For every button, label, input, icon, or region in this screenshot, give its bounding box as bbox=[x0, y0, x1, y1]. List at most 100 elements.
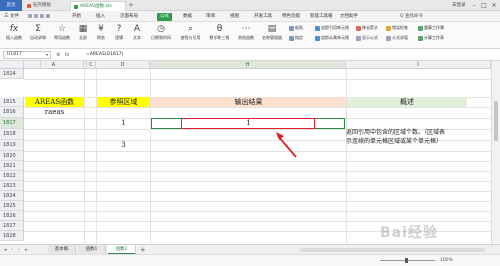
menu-bar: 三 文件 开始 插入 页面布局 公式 数据 审阅 视图 开发工具 特色功能 智能… bbox=[0, 11, 500, 22]
row-header[interactable]: 1815 bbox=[0, 97, 24, 107]
row-header[interactable]: 1827 bbox=[0, 221, 24, 231]
fx-icon: fx bbox=[9, 24, 19, 34]
zoom-level[interactable]: 100% bbox=[440, 255, 453, 266]
define-name-button[interactable]: 指定 bbox=[289, 35, 303, 41]
evaluate-formula-button[interactable]: 公式求值 bbox=[386, 35, 408, 41]
menu-developer[interactable]: 开发工具 bbox=[254, 11, 272, 22]
row-header[interactable]: 1820 bbox=[0, 151, 24, 161]
menu-doc-assistant[interactable]: 文档助手 bbox=[340, 11, 358, 22]
trace-precedents-button[interactable]: 追踪引用单元格 bbox=[315, 25, 349, 31]
home-tab[interactable]: 首页 bbox=[0, 0, 22, 11]
new-tab-button[interactable]: + bbox=[128, 1, 134, 10]
column-header-a[interactable]: A bbox=[24, 61, 84, 69]
row-header[interactable]: 1819 bbox=[0, 140, 24, 151]
logical-button[interactable]: ? 逻辑 bbox=[111, 24, 127, 41]
recalc-workbook-button[interactable]: 重算工作簿 bbox=[418, 25, 444, 31]
coin-icon: ¥ bbox=[98, 24, 104, 34]
row-header[interactable]: 1823 bbox=[0, 181, 24, 191]
gridline bbox=[24, 171, 491, 172]
sheet-tab-bar: ◂ ‹ › ▸ 基本概 函数1 函数2 + bbox=[0, 244, 500, 255]
redo-icon[interactable] bbox=[46, 14, 50, 18]
autosum-button[interactable]: Σ 自动求和 bbox=[27, 24, 49, 41]
fx-icon[interactable]: fx bbox=[65, 52, 70, 58]
insert-function-button[interactable]: fx 插入函数 bbox=[3, 24, 25, 41]
horizontal-scrollbar[interactable] bbox=[300, 248, 485, 252]
calc-sheet-button[interactable]: 计算工作表 bbox=[418, 35, 444, 41]
trace-arrow-icon bbox=[315, 25, 320, 31]
menu-view[interactable]: 视图 bbox=[230, 11, 239, 22]
menu-review[interactable]: 审阅 bbox=[206, 11, 215, 22]
menu-data[interactable]: 数据 bbox=[183, 11, 192, 22]
row-header[interactable]: 1816 bbox=[0, 107, 24, 118]
row-header[interactable]: 1814 bbox=[0, 69, 24, 79]
cell-h1815[interactable]: 输出结果 bbox=[151, 97, 346, 107]
gridline bbox=[24, 201, 491, 202]
row-header[interactable]: 1825 bbox=[0, 201, 24, 211]
user-label[interactable]: 未登录 bbox=[452, 0, 466, 11]
file-menu[interactable]: 三 文件 bbox=[4, 11, 19, 22]
remove-arrow-icon bbox=[356, 25, 361, 31]
column-header-c[interactable]: C bbox=[87, 61, 96, 69]
tab-docer-templates[interactable]: 稻壳模板 bbox=[24, 1, 69, 11]
trace-dependents-button[interactable]: 追踪从属单元格 bbox=[315, 35, 349, 41]
row-header[interactable]: 1828 bbox=[0, 231, 24, 241]
date-time-button[interactable]: ◷ 日期和时间 bbox=[147, 24, 175, 41]
command-search[interactable]: Q 查找命令 bbox=[400, 13, 423, 20]
gridline bbox=[24, 107, 491, 108]
formula-input[interactable]: =AREAS(D1817) bbox=[86, 51, 123, 59]
text-button[interactable]: A 文本 bbox=[129, 24, 145, 41]
all-functions-button[interactable]: ▦ 全部 bbox=[75, 24, 91, 41]
menu-toolbox[interactable]: 智能工具箱 bbox=[310, 11, 333, 22]
minimize-icon[interactable]: – bbox=[470, 0, 478, 11]
name-box[interactable]: H1817 ▾ bbox=[3, 51, 51, 59]
row-header-selected[interactable]: 1817 bbox=[0, 118, 24, 129]
menu-formulas[interactable]: 公式 bbox=[157, 13, 172, 21]
column-header-i[interactable]: I bbox=[346, 61, 491, 69]
select-all-corner[interactable] bbox=[0, 61, 24, 69]
financial-button[interactable]: ¥ 财务 bbox=[93, 24, 109, 41]
error-check-button[interactable]: 错误检查 bbox=[386, 25, 408, 31]
vertical-scrollbar[interactable] bbox=[491, 61, 500, 244]
cell-b1815[interactable]: AREAS函数 bbox=[25, 97, 84, 107]
name-manager-button[interactable]: ▤ 名称管理器 bbox=[259, 24, 285, 41]
zoom-knob[interactable] bbox=[405, 258, 408, 263]
print-icon[interactable] bbox=[34, 14, 38, 18]
save-icon[interactable] bbox=[28, 14, 32, 18]
cell-i1815[interactable]: 概述 bbox=[347, 97, 467, 107]
close-icon[interactable]: × bbox=[490, 0, 498, 11]
row-header[interactable]: 1824 bbox=[0, 191, 24, 201]
menu-home[interactable]: 开始 bbox=[72, 11, 81, 22]
menu-insert[interactable]: 插入 bbox=[96, 11, 105, 22]
show-formulas-button[interactable]: 显示公式 bbox=[356, 35, 378, 41]
row-header[interactable]: 1822 bbox=[0, 171, 24, 181]
zoom-formula-icon[interactable]: ⊕ bbox=[56, 52, 60, 58]
gridline bbox=[24, 79, 491, 80]
paste-name-button[interactable]: 粘贴 bbox=[289, 25, 303, 31]
cell-b1816[interactable]: raeas bbox=[25, 107, 84, 117]
maximize-icon[interactable]: □ bbox=[480, 0, 488, 11]
column-header-d[interactable]: D bbox=[96, 61, 150, 69]
cell-d1819[interactable]: 3 bbox=[97, 140, 150, 151]
undo-icon[interactable] bbox=[40, 14, 44, 18]
lookup-reference-button[interactable]: ⌕ 查找与引用 bbox=[177, 24, 204, 41]
menu-special[interactable]: 特色功能 bbox=[282, 11, 300, 22]
red-arrow-annotation bbox=[276, 132, 297, 158]
remove-arrows-button[interactable]: 移去箭头 bbox=[356, 25, 378, 31]
chevron-down-icon[interactable]: ▾ bbox=[46, 52, 48, 58]
cell-i1817-description[interactable]: 返回引用中包含的区域个数。（区域表示连续的单元格区域或某个单元格） bbox=[346, 128, 446, 146]
common-functions-button[interactable]: ☆ 常用函数 bbox=[51, 24, 73, 41]
tab-areas-workbook[interactable]: AREAS函数.xls bbox=[70, 1, 126, 11]
math-trig-button[interactable]: θ 数学和三角 bbox=[206, 24, 233, 41]
row-header[interactable]: 1818 bbox=[0, 129, 24, 140]
cell-d1815[interactable]: 参照区域 bbox=[97, 97, 150, 107]
column-header-h[interactable]: H bbox=[150, 61, 346, 69]
button-label: 名称管理器 bbox=[262, 35, 282, 40]
row-header[interactable]: 1826 bbox=[0, 211, 24, 221]
cell-d1817[interactable]: 1 bbox=[97, 118, 150, 129]
row-header[interactable]: 1821 bbox=[0, 161, 24, 171]
more-functions-button[interactable]: ⋯ 其他函数 bbox=[235, 24, 257, 41]
scroll-thumb[interactable] bbox=[494, 101, 498, 141]
button-label: 数学和三角 bbox=[209, 35, 230, 40]
menu-page-layout[interactable]: 页面布局 bbox=[120, 11, 138, 22]
formula-view-icon bbox=[356, 35, 361, 41]
